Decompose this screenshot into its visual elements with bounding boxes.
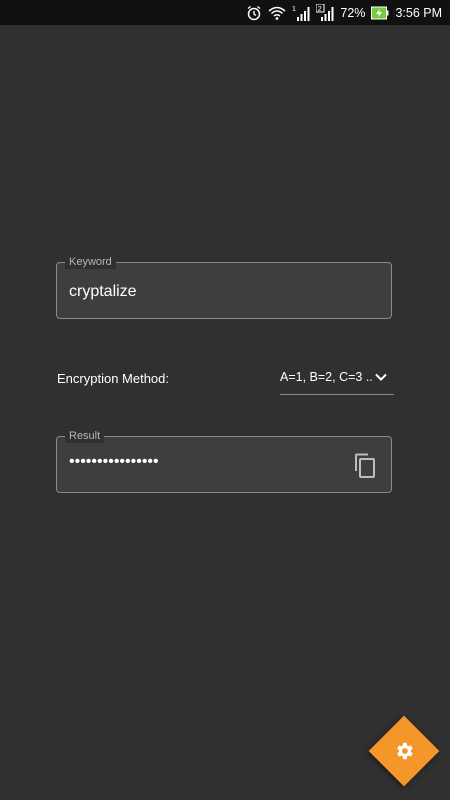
- sim2-label: 2: [318, 5, 322, 12]
- chevron-down-icon: [374, 370, 388, 389]
- signal-sim2-icon: 2: [316, 0, 334, 25]
- keyword-field[interactable]: Keyword cryptalize: [56, 255, 392, 319]
- keyword-label: Keyword: [65, 255, 116, 269]
- copy-icon[interactable]: [351, 452, 379, 480]
- status-bar-icons: 1 2 72% 3:56 PM: [246, 0, 442, 25]
- status-bar: 1 2 72% 3:56 PM: [0, 0, 450, 25]
- result-field[interactable]: Result ••••••••••••••••: [56, 429, 392, 493]
- signal-sim1-icon: 1: [292, 0, 310, 25]
- result-label: Result: [65, 429, 105, 443]
- encryption-method-dropdown[interactable]: A=1, B=2, C=3 ..: [280, 362, 394, 395]
- sim1-label: 1: [292, 6, 296, 13]
- encryption-method-label: Encryption Method:: [57, 371, 170, 386]
- wifi-icon: [268, 0, 286, 25]
- battery-percent: 72%: [340, 5, 366, 20]
- alarm-icon: [246, 0, 262, 25]
- result-value: ••••••••••••••••: [69, 453, 159, 470]
- status-time: 3:56 PM: [395, 5, 442, 20]
- encryption-method-selected: A=1, B=2, C=3 ..: [280, 370, 373, 384]
- gear-icon[interactable]: [391, 738, 417, 764]
- battery-charging-icon: [371, 0, 389, 25]
- keyword-input[interactable]: cryptalize: [69, 283, 137, 301]
